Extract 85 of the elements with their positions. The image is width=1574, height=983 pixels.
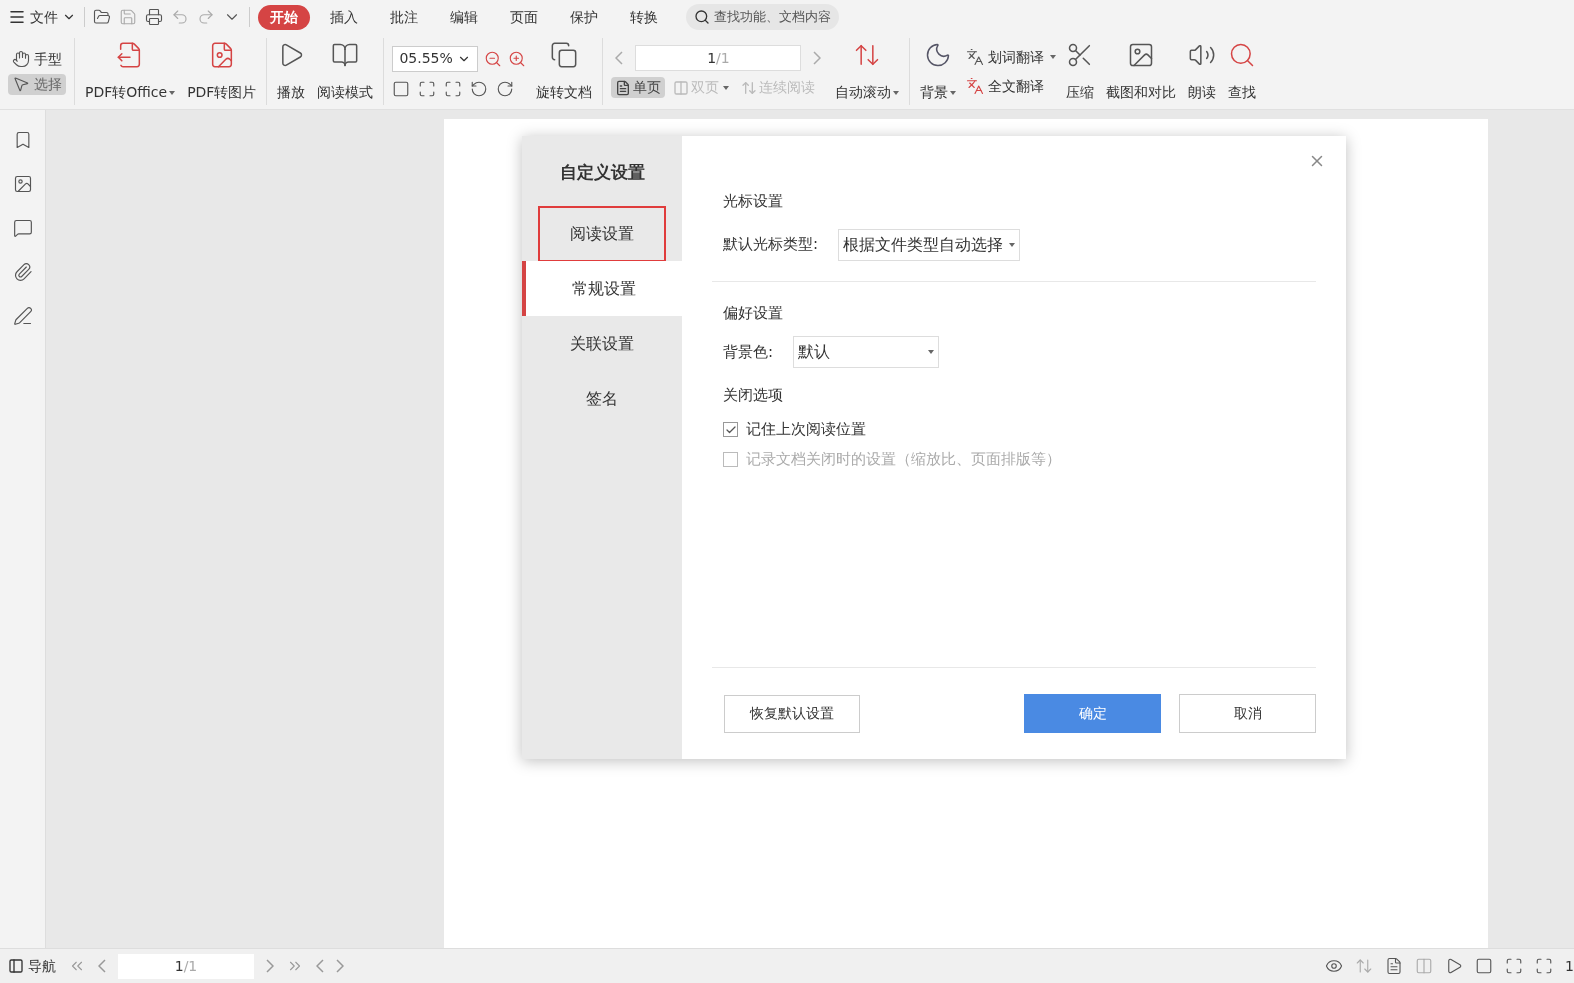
sidebar-icon (8, 958, 24, 974)
full-translate-button[interactable]: 全文翻译 (966, 75, 1057, 97)
find-button[interactable]: 查找 (1222, 36, 1263, 107)
previous-icon (615, 51, 624, 65)
double-page-icon (1415, 957, 1434, 975)
settings-nav-item[interactable]: 签名 (522, 371, 682, 426)
eye-icon (1325, 957, 1344, 975)
caret-icon (928, 350, 935, 354)
paperclip-icon[interactable] (12, 262, 33, 282)
page-view-icon (615, 79, 632, 96)
auto-scroll-button[interactable]: 自动滚动 (829, 36, 906, 107)
navigation-button[interactable]: 导航 (8, 955, 56, 977)
zoom-value: 1 (1565, 956, 1574, 976)
menu-icon (8, 8, 26, 26)
word-translate-button[interactable]: 划词翻译 (966, 46, 1057, 68)
field-label: 背景色: (723, 341, 774, 363)
read-mode-button[interactable]: 阅读模式 (311, 36, 380, 107)
screenshot-compare-button[interactable]: 截图和对比 (1100, 36, 1183, 107)
hand-icon (12, 50, 30, 68)
caret-icon (950, 90, 957, 95)
rotate-right-icon (496, 79, 515, 98)
page-view-icon (741, 79, 758, 96)
rotate-document-button[interactable]: 旋转文档 (530, 36, 599, 107)
pointer-icon (12, 75, 30, 93)
play-button[interactable]: 播放 (271, 36, 312, 107)
view-mode-button[interactable]: 单页 (611, 77, 666, 98)
redo-icon (197, 8, 215, 26)
play-icon (1445, 957, 1464, 975)
hand-tool-button[interactable]: 手型 (8, 48, 66, 70)
background-button[interactable]: 背景 (914, 36, 963, 107)
folder-icon (93, 8, 111, 26)
settings-nav-item[interactable]: 关联设置 (522, 316, 682, 371)
restore-defaults-button[interactable]: 恢复默认设置 (724, 694, 860, 733)
search-field[interactable]: 查找功能、文档内容 (686, 4, 839, 30)
page-field[interactable]: 1/1 (635, 45, 802, 71)
section-heading: 偏好设置 (723, 302, 784, 324)
compress-button[interactable]: 压缩 (1060, 36, 1101, 107)
previous-icon (98, 959, 106, 973)
field-label: 默认光标类型: (723, 234, 819, 256)
section-heading: 光标设置 (723, 191, 784, 212)
page-field[interactable]: 1/1 (118, 953, 254, 979)
dialog-title: 自定义设置 (558, 161, 646, 184)
next-icon (266, 959, 274, 973)
printer-icon (145, 8, 163, 26)
menu-tab[interactable]: 插入 (318, 4, 370, 30)
caret-icon (1050, 55, 1057, 59)
translate-icon (966, 48, 985, 66)
undo-icon (171, 8, 189, 26)
select-tool-button[interactable]: 选择 (8, 73, 66, 95)
pdf-to-image-button[interactable]: PDF转图片 (181, 36, 263, 107)
caret-icon (169, 90, 176, 95)
menu-tab[interactable]: 批注 (378, 4, 430, 30)
settings-nav-item[interactable]: 常规设置 (522, 261, 682, 316)
translate-icon (966, 77, 985, 95)
menu-tab[interactable]: 转换 (618, 4, 670, 30)
save-icon (119, 8, 137, 26)
back-icon (316, 959, 324, 973)
single-page-icon (1385, 957, 1404, 975)
comment-icon[interactable] (12, 218, 33, 238)
cancel-button[interactable]: 取消 (1179, 694, 1316, 733)
file-menu[interactable]: 文件 (8, 6, 76, 28)
page-view-icon (673, 79, 690, 96)
search-icon (694, 9, 710, 25)
zoom-field[interactable]: 05.55% (392, 45, 479, 72)
background-color-dropdown[interactable]: 默认 (793, 336, 940, 368)
continuous-icon (1355, 957, 1374, 975)
cursor-type-dropdown[interactable]: 根据文件类型自动选择 (838, 228, 1021, 261)
next-icon (813, 51, 822, 65)
menu-tab[interactable]: 页面 (498, 4, 550, 30)
zoom-in-icon (508, 49, 527, 68)
rotate-left-icon (470, 79, 489, 98)
zoom-out-icon (484, 49, 503, 68)
menu-tab[interactable]: 保护 (558, 4, 610, 30)
checkbox[interactable] (723, 422, 738, 437)
forward-icon (336, 959, 344, 973)
caret-icon (893, 90, 900, 95)
signature-icon[interactable] (12, 306, 33, 326)
read-aloud-button[interactable]: 朗读 (1182, 36, 1223, 107)
menu-tab[interactable]: 开始 (258, 4, 310, 30)
menu-tab[interactable]: 编辑 (438, 4, 490, 30)
image-icon[interactable] (12, 174, 33, 194)
section-heading: 关闭选项 (723, 385, 784, 406)
pdf-to-office-button[interactable]: PDF转Office (79, 36, 182, 107)
checkbox-option[interactable]: 记住上次阅读位置 (723, 414, 1316, 445)
caret-icon (1009, 242, 1016, 247)
